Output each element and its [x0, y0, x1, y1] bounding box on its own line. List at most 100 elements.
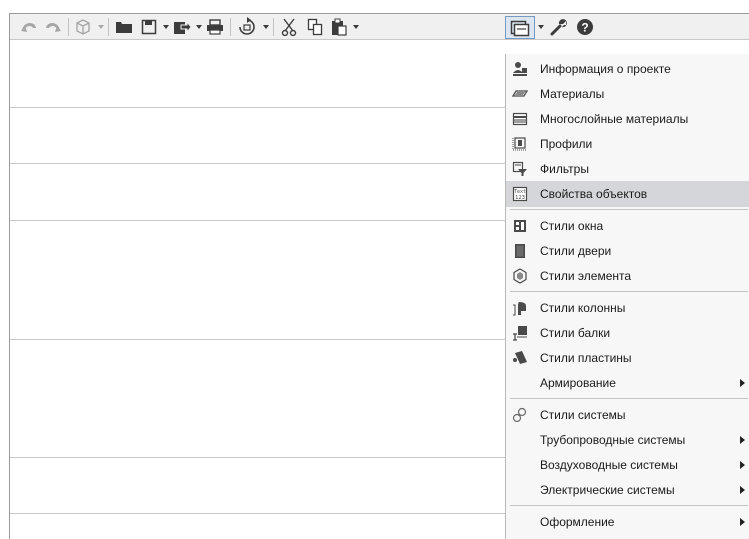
menu-separator — [510, 398, 748, 399]
toolbar-separator — [108, 18, 109, 36]
chevron-down-icon[interactable] — [196, 25, 202, 29]
menu-item-label: Оформление — [540, 515, 615, 529]
scissors-icon — [281, 18, 297, 36]
menu-item-label: Многослойные материалы — [540, 112, 689, 126]
plate-style-icon — [512, 350, 528, 366]
grid-line — [10, 513, 505, 514]
column-style-icon — [512, 300, 528, 316]
menu-item-electrical-systems[interactable]: Электрические системы — [506, 477, 749, 503]
menu-item-object-properties[interactable]: Text 123 Свойства объектов — [506, 181, 749, 207]
multilayer-icon — [512, 111, 528, 127]
submenu-arrow-icon — [740, 486, 745, 494]
menu-item-piping-systems[interactable]: Трубопроводные системы — [506, 427, 749, 453]
paste-icon — [331, 18, 347, 36]
copy-icon — [307, 18, 323, 36]
menu-item-beam-styles[interactable]: Стили балки — [506, 320, 749, 346]
undo-button[interactable] — [18, 17, 40, 37]
menu-item-label: Стили колонны — [540, 301, 626, 315]
element-style-icon — [512, 268, 528, 284]
open-button[interactable] — [113, 17, 135, 37]
styles-dropdown-menu: Информация о проекте Материалы Многослой… — [505, 54, 749, 539]
export-button[interactable] — [171, 17, 193, 37]
menu-item-filters[interactable]: Фильтры — [506, 156, 749, 182]
menu-item-label: Фильтры — [540, 162, 589, 176]
3d-view-button[interactable] — [72, 17, 94, 37]
menu-separator — [510, 209, 748, 210]
menu-item-profiles[interactable]: Профили — [506, 131, 749, 157]
submenu-arrow-icon — [740, 518, 745, 526]
grid-line — [10, 220, 505, 221]
chevron-down-icon[interactable] — [98, 25, 104, 29]
copy-button[interactable] — [304, 17, 326, 37]
menu-item-label: Стили балки — [540, 326, 611, 340]
menu-item-label: Информация о проекте — [540, 62, 671, 76]
cube-icon — [74, 18, 92, 36]
menu-item-annotation[interactable]: Оформление — [506, 509, 749, 535]
menu-item-label: Стили двери — [540, 244, 612, 258]
help-button[interactable]: ? — [574, 17, 596, 37]
svg-text:?: ? — [581, 21, 588, 35]
manage-styles-button[interactable] — [505, 16, 535, 39]
menu-item-element-styles[interactable]: Стили элемента — [506, 263, 749, 289]
update-button[interactable] — [235, 17, 259, 37]
export-icon — [173, 19, 191, 35]
redo-icon — [44, 20, 62, 34]
materials-icon — [512, 86, 528, 102]
grid-line — [10, 457, 505, 458]
undo-icon — [20, 20, 38, 34]
paste-button[interactable] — [328, 17, 350, 37]
refresh-icon — [237, 17, 257, 37]
menu-separator — [510, 505, 748, 506]
menu-item-materials[interactable]: Материалы — [506, 81, 749, 107]
project-info-icon — [512, 61, 528, 77]
menu-item-duct-systems[interactable]: Воздуховодные системы — [506, 452, 749, 478]
menu-item-reinforcement[interactable]: Армирование — [506, 370, 749, 396]
wrench-icon — [550, 18, 568, 36]
menu-item-label: Армирование — [540, 376, 616, 390]
toolbar-separator — [273, 18, 274, 36]
menu-item-system-styles[interactable]: Стили системы — [506, 402, 749, 428]
menu-item-project-info[interactable]: Информация о проекте — [506, 56, 749, 82]
menu-item-label: Стили окна — [540, 219, 604, 233]
submenu-arrow-icon — [740, 461, 745, 469]
menu-item-column-styles[interactable]: Стили колонны — [506, 295, 749, 321]
printer-icon — [206, 19, 224, 35]
settings-button[interactable] — [548, 17, 570, 37]
toolbar: ? — [10, 14, 749, 40]
object-properties-icon: Text 123 — [512, 186, 528, 202]
menu-item-label: Профили — [540, 137, 593, 151]
menu-item-label: Электрические системы — [540, 483, 675, 497]
menu-item-label: Стили системы — [540, 408, 626, 422]
toolbar-separator — [68, 18, 69, 36]
cut-button[interactable] — [278, 17, 300, 37]
menu-item-plate-styles[interactable]: Стили пластины — [506, 345, 749, 371]
floppy-icon — [141, 19, 157, 35]
chevron-down-icon[interactable] — [353, 25, 359, 29]
styles-icon — [510, 19, 530, 37]
menu-item-door-styles[interactable]: Стили двери — [506, 238, 749, 264]
door-style-icon — [512, 243, 528, 259]
menu-item-multilayer-materials[interactable]: Многослойные материалы — [506, 106, 749, 132]
beam-style-icon — [512, 325, 528, 341]
toolbar-separator — [230, 18, 231, 36]
redo-button[interactable] — [42, 17, 64, 37]
menu-item-label: Воздуховодные системы — [540, 458, 678, 472]
submenu-arrow-icon — [740, 379, 745, 387]
chevron-down-icon[interactable] — [263, 25, 269, 29]
menu-separator — [510, 291, 748, 292]
chevron-down-icon[interactable] — [538, 25, 544, 29]
menu-item-label: Стили пластины — [540, 351, 632, 365]
menu-item-window-styles[interactable]: Стили окна — [506, 213, 749, 239]
submenu-arrow-icon — [740, 436, 745, 444]
print-button[interactable] — [204, 17, 226, 37]
menu-item-label: Стили элемента — [540, 269, 632, 283]
grid-line — [10, 339, 505, 340]
window-style-icon — [512, 218, 528, 234]
save-button[interactable] — [138, 17, 160, 37]
grid-line — [10, 163, 505, 164]
menu-item-label: Трубопроводные системы — [540, 433, 686, 447]
chevron-down-icon[interactable] — [163, 25, 169, 29]
grid-line — [10, 107, 505, 108]
system-style-icon — [512, 407, 528, 423]
profiles-icon — [512, 136, 528, 152]
